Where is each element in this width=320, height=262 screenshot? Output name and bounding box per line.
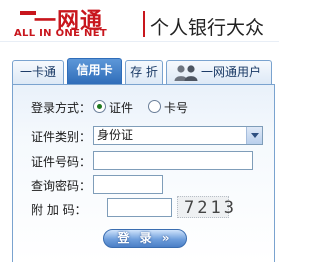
password-label: 查询密码：	[31, 179, 92, 193]
radio-id-document[interactable]	[93, 100, 106, 113]
page-title: 个人银行大众	[150, 17, 265, 39]
tab-online-user[interactable]: 一网通用户	[166, 60, 272, 84]
header: 一网通 ALL IN ONE NET 个人银行大众	[0, 0, 279, 54]
tab-online-user-label: 一网通用户	[201, 65, 262, 79]
login-button[interactable]: 登 录 »	[103, 229, 187, 248]
users-icon	[174, 64, 198, 81]
login-tabs: 一卡通 信用卡 存 折 一网通用户	[0, 58, 279, 84]
radio-id-document-label: 证件	[109, 101, 134, 115]
logo-divider	[143, 11, 145, 37]
id-number-input[interactable]	[93, 151, 253, 170]
captcha-text: 7213	[184, 198, 237, 218]
tab-debit-card[interactable]: 一卡通	[12, 60, 64, 84]
id-number-label: 证件号码：	[31, 155, 92, 169]
id-type-select[interactable]: 身份证	[93, 126, 263, 145]
id-type-selected: 身份证	[97, 128, 134, 142]
login-method-label: 登录方式：	[31, 101, 92, 115]
captcha-image[interactable]: 7213	[177, 196, 234, 218]
tab-credit-card[interactable]: 信用卡	[67, 58, 122, 84]
radio-card-number[interactable]	[148, 100, 161, 113]
chevron-down-icon[interactable]	[246, 127, 262, 144]
password-input[interactable]	[93, 175, 163, 194]
tab-passbook[interactable]: 存 折	[125, 60, 163, 84]
radio-card-number-label: 卡号	[164, 101, 189, 115]
id-type-label: 证件类别：	[31, 130, 92, 144]
header-divider	[0, 41, 279, 42]
verification-code-input[interactable]	[107, 198, 172, 217]
logo-subtitle: ALL IN ONE NET	[14, 28, 107, 39]
login-form: 登录方式： 证件 卡号 证件类别： 身份证 证件号码： 查询密码： 附 加 码：…	[12, 84, 275, 262]
code-label: 附 加 码：	[31, 203, 87, 217]
